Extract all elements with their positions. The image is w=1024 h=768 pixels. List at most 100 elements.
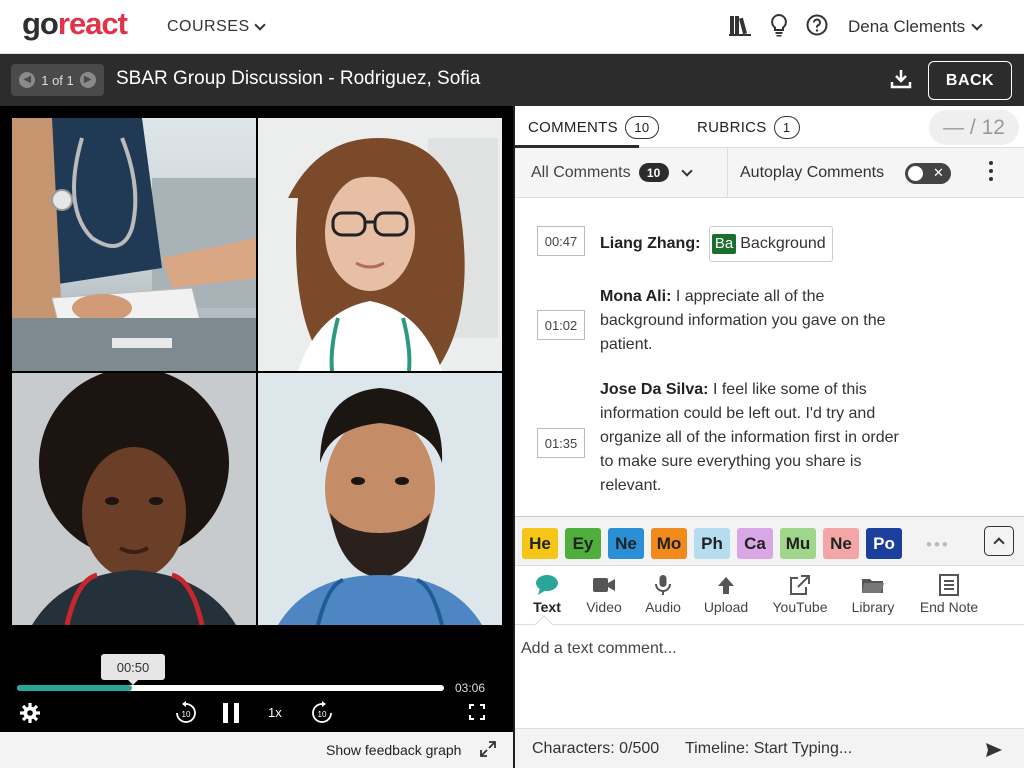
panel-tabs: COMMENTS 10 RUBRICS 1 — / 12: [515, 106, 1024, 148]
tool-label: YouTube: [772, 599, 828, 615]
tab-rubrics[interactable]: RUBRICS 1: [697, 116, 800, 139]
marker-tag-label: Background: [740, 235, 826, 252]
logo-go-text: go: [22, 6, 59, 41]
video-progress-track[interactable]: [17, 685, 444, 691]
comment-filter-bar: All Comments 10 Autoplay Comments ✕: [515, 148, 1024, 198]
tool-label: Audio: [645, 599, 681, 615]
marker-tag-chip[interactable]: Mu: [780, 528, 816, 559]
more-tags-icon[interactable]: •••: [926, 535, 950, 555]
fullscreen-icon[interactable]: [469, 704, 485, 720]
settings-gear-icon[interactable]: [19, 702, 41, 724]
next-arrow-icon[interactable]: ▶: [79, 72, 96, 88]
previous-arrow-icon[interactable]: ◀: [19, 72, 36, 88]
tool-video[interactable]: Video: [584, 574, 624, 615]
forward-10-icon[interactable]: 10: [310, 700, 334, 726]
video-camera-icon: [593, 578, 615, 592]
filter-label: All Comments: [531, 163, 631, 181]
courses-menu[interactable]: COURSES: [167, 18, 266, 36]
help-icon[interactable]: [806, 14, 828, 36]
download-icon[interactable]: [890, 68, 912, 90]
marker-tag-chip[interactable]: Po: [866, 528, 902, 559]
tool-label: End Note: [919, 599, 979, 615]
comment-timestamp[interactable]: 01:35: [537, 428, 585, 458]
logo-react-text: react: [57, 6, 128, 41]
marker-tag-chip[interactable]: Ne: [608, 528, 644, 559]
tool-label: Upload: [703, 599, 749, 615]
tool-library[interactable]: Library: [849, 574, 897, 615]
session-pager: ◀ 1 of 1 ▶: [11, 64, 104, 96]
video-duration: 03:06: [455, 681, 486, 695]
collapse-tags-button[interactable]: [984, 526, 1014, 556]
session-title: SBAR Group Discussion - Rodriguez, Sofia: [116, 68, 481, 89]
tool-youtube[interactable]: YouTube: [771, 574, 829, 615]
forward-amount: 10: [318, 710, 327, 719]
comment-item[interactable]: 01:35 Jose Da Silva: I feel like some of…: [537, 378, 900, 498]
chevron-down-icon: [971, 19, 983, 31]
chevron-up-icon: [993, 537, 1005, 549]
expand-diagonal-icon[interactable]: [480, 741, 496, 757]
folder-icon: [862, 579, 884, 593]
tool-text[interactable]: Text: [531, 574, 563, 615]
playback-speed[interactable]: 1x: [268, 705, 282, 720]
autoplay-label: Autoplay Comments: [740, 164, 885, 181]
player-controls: 10 1x 10: [0, 698, 513, 732]
rewind-10-icon[interactable]: 10: [174, 700, 198, 726]
tab-comments[interactable]: COMMENTS 10: [528, 116, 659, 139]
tool-end-note[interactable]: End Note: [917, 574, 981, 615]
tool-label: Text: [533, 599, 561, 615]
comment-body: Jose Da Silva: I feel like some of this …: [600, 378, 900, 498]
character-count: Characters: 0/500: [532, 740, 660, 757]
user-name: Dena Clements: [848, 17, 966, 36]
comment-author: Mona Ali:: [600, 288, 672, 305]
send-icon[interactable]: [985, 742, 1003, 758]
tool-upload[interactable]: Upload: [701, 574, 751, 615]
comment-filter-dropdown[interactable]: All Comments 10: [531, 163, 693, 182]
comment-item[interactable]: 01:02 Mona Ali: I appreciate all of the …: [537, 285, 900, 357]
tool-label: Library: [851, 599, 895, 615]
comment-input[interactable]: [515, 626, 1024, 728]
comments-panel: COMMENTS 10 RUBRICS 1 — / 12 All Comment…: [515, 106, 1024, 768]
comment-timestamp[interactable]: 00:47: [537, 226, 585, 256]
comment-item[interactable]: 00:47 Liang Zhang: Ba Background: [537, 226, 900, 262]
rubric-score[interactable]: — / 12: [929, 110, 1019, 145]
lightbulb-icon[interactable]: [768, 13, 790, 37]
comment-marker-tag: Ba Background: [708, 226, 833, 262]
user-menu[interactable]: Dena Clements: [848, 17, 983, 37]
filter-count-badge: 10: [638, 163, 669, 182]
marker-tag-chip[interactable]: Ph: [694, 528, 730, 559]
tab-rubrics-label: RUBRICS: [697, 119, 767, 136]
tool-audio[interactable]: Audio: [643, 574, 683, 615]
marker-tag-row: He Ey Ne Mo Ph Ca Mu Ne Po: [522, 528, 902, 559]
upload-arrow-icon: [718, 577, 734, 594]
more-options-icon[interactable]: [989, 161, 995, 185]
goreact-logo[interactable]: goreact: [22, 6, 128, 42]
pager-text: 1 of 1: [41, 72, 74, 88]
tool-label: Video: [586, 599, 622, 615]
comment-author: Jose Da Silva:: [600, 381, 709, 398]
video-tile-man-beard: [258, 373, 502, 625]
rewind-amount: 10: [182, 710, 191, 719]
autoplay-toggle[interactable]: ✕: [905, 163, 951, 184]
back-button[interactable]: BACK: [928, 61, 1012, 100]
comment-author: Liang Zhang:: [600, 235, 701, 252]
video-player[interactable]: [0, 106, 513, 732]
scrub-time-tooltip: 00:50: [101, 654, 165, 685]
marker-tag-bar: He Ey Ne Mo Ph Ca Mu Ne Po •••: [515, 516, 1024, 566]
speech-bubble-icon: [536, 575, 558, 595]
chevron-down-icon: [253, 19, 266, 31]
external-link-icon: [790, 575, 810, 595]
rubrics-count-badge: 1: [773, 116, 800, 139]
marker-tag-chip[interactable]: Ca: [737, 528, 773, 559]
marker-tag-chip[interactable]: Ey: [565, 528, 601, 559]
show-feedback-graph-link[interactable]: Show feedback graph: [326, 742, 461, 758]
comment-timestamp[interactable]: 01:02: [537, 310, 585, 340]
marker-tag-chip[interactable]: Ne: [823, 528, 859, 559]
marker-tag-chip[interactable]: He: [522, 528, 558, 559]
composer-status-bar: Characters: 0/500 Timeline: Start Typing…: [515, 728, 1024, 768]
library-icon[interactable]: [728, 13, 752, 37]
video-tile-woman-curly-hair: [12, 373, 256, 625]
pause-icon[interactable]: [220, 701, 242, 725]
comment-body: Liang Zhang: Ba Background: [600, 226, 900, 262]
session-title-bar: ◀ 1 of 1 ▶ SBAR Group Discussion - Rodri…: [0, 54, 1024, 106]
marker-tag-chip[interactable]: Mo: [651, 528, 687, 559]
